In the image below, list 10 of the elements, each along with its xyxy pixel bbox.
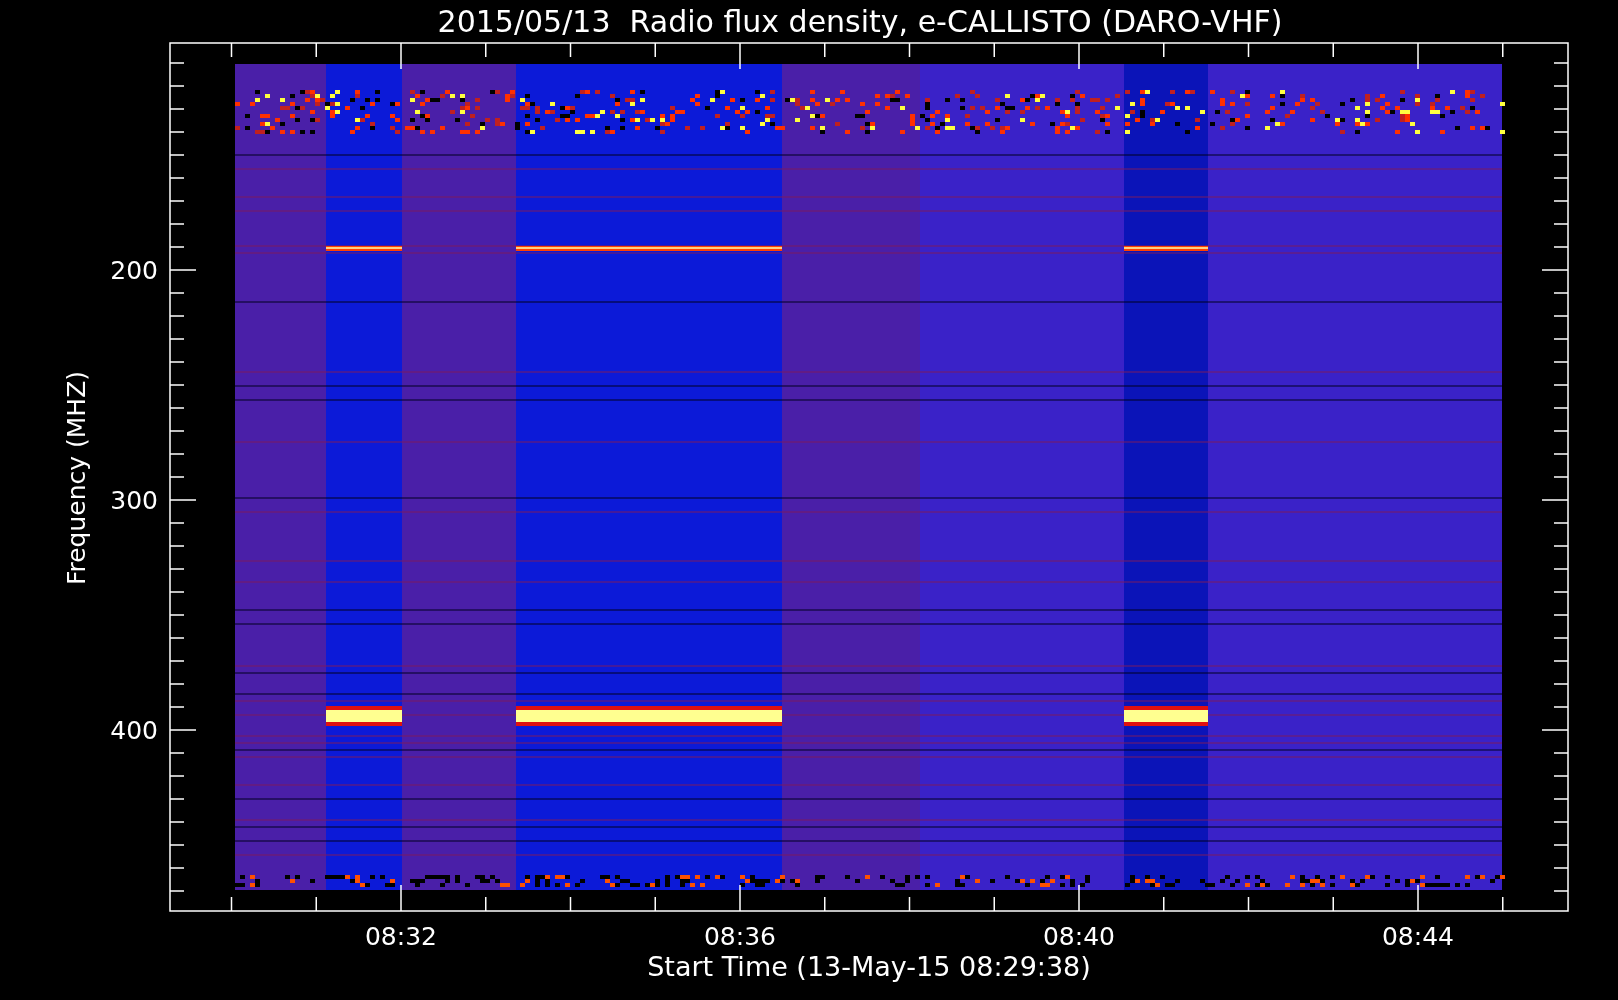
x-tick-label: 08:40: [1043, 922, 1115, 951]
y-tick-label: 200: [110, 256, 158, 285]
x-tick-label: 08:32: [365, 922, 437, 951]
x-tick-label: 08:36: [704, 922, 776, 951]
y-axis-label: Frequency (MHZ): [62, 370, 91, 586]
chart-title: 2015/05/13 Radio flux density, e-CALLISTO (DARO-VHF): [437, 4, 1283, 39]
x-axis-label: Start Time (13-May-15 08:29:38): [647, 951, 1091, 982]
x-tick-label: 08:44: [1382, 922, 1454, 951]
y-tick-label: 300: [110, 486, 158, 515]
y-tick-label: 400: [110, 716, 158, 745]
